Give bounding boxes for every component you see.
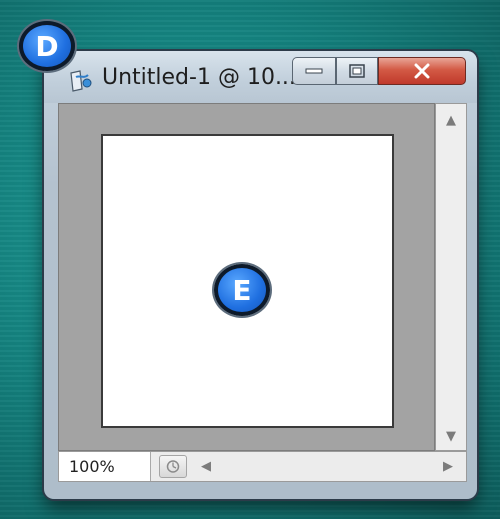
close-button[interactable] — [378, 57, 466, 85]
status-menu-button[interactable] — [159, 455, 187, 478]
horizontal-scrollbar[interactable]: ◀ ▶ — [191, 452, 466, 481]
scroll-down-arrow-icon[interactable]: ▼ — [446, 430, 456, 443]
scroll-up-arrow-icon[interactable]: ▲ — [446, 114, 456, 127]
scroll-left-arrow-icon[interactable]: ◀ — [201, 460, 211, 473]
vertical-scrollbar[interactable]: ▲ ▼ — [435, 103, 467, 451]
status-bar: 100% ◀ ▶ — [58, 451, 467, 482]
callout-marker-d: D — [19, 21, 75, 71]
minimize-button[interactable] — [292, 57, 336, 85]
scroll-right-arrow-icon[interactable]: ▶ — [443, 460, 453, 473]
status-menu-icon — [166, 460, 180, 473]
zoom-level: 100% — [69, 457, 115, 476]
window-titlebar[interactable]: Untitled-1 @ 10... — [44, 51, 477, 103]
callout-marker-e: E — [214, 264, 270, 316]
restore-icon — [349, 64, 365, 78]
window-title: Untitled-1 @ 10... — [102, 65, 296, 90]
restore-button[interactable] — [336, 57, 378, 85]
zoom-field[interactable]: 100% — [59, 452, 151, 481]
photoshop-document-icon — [68, 69, 94, 93]
close-icon — [414, 63, 430, 79]
minimize-icon — [305, 68, 323, 74]
